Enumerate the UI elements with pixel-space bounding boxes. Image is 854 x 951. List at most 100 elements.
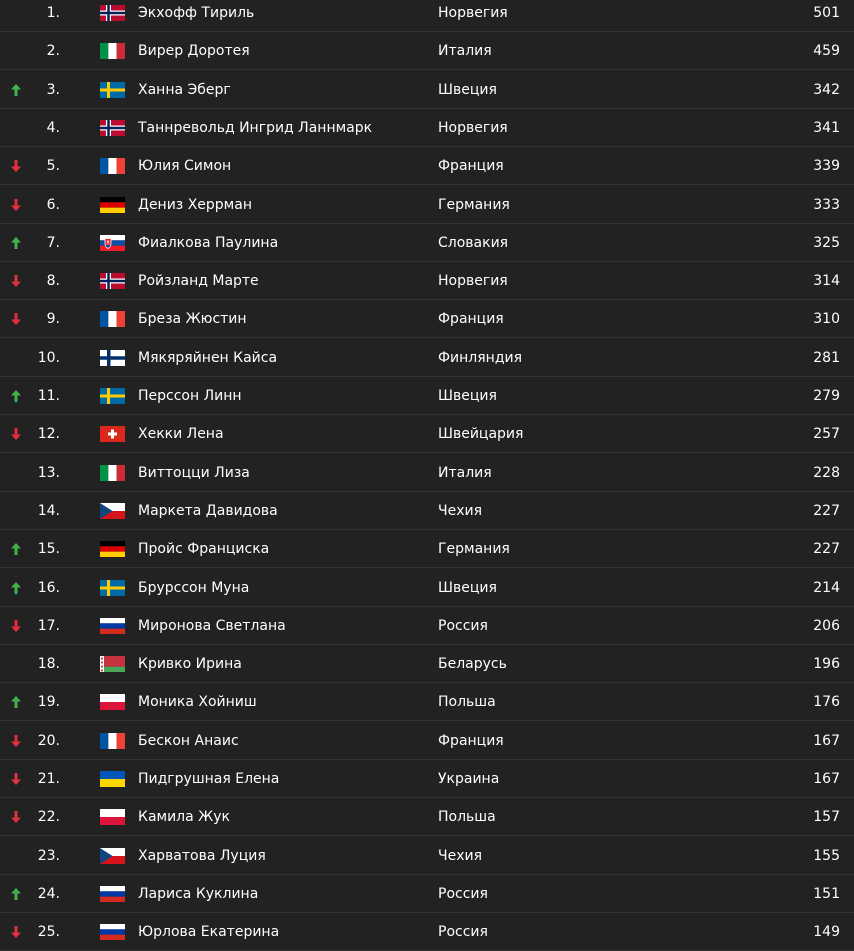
points: 151 bbox=[813, 885, 840, 902]
athlete-name[interactable]: Мякяряйнен Кайса bbox=[138, 339, 277, 377]
athlete-name[interactable]: Юрлова Екатерина bbox=[138, 913, 279, 951]
rank: 13. bbox=[37, 464, 60, 481]
table-row[interactable]: 4. Таннревольд Ингрид Ланнмарк Норвегия … bbox=[0, 109, 854, 147]
athlete-name[interactable]: Таннревольд Ингрид Ланнмарк bbox=[138, 109, 372, 147]
arrow-down-icon bbox=[8, 607, 24, 645]
athlete-name[interactable]: Бреза Жюстин bbox=[138, 300, 247, 338]
rank: 8. bbox=[46, 273, 60, 290]
country-name: Германия bbox=[438, 196, 510, 213]
country-name: Украина bbox=[438, 771, 500, 787]
italy-flag-icon bbox=[100, 43, 125, 60]
table-row[interactable]: 8. Ройзланд Марте Норвегия 314 bbox=[0, 262, 854, 301]
athlete-name[interactable]: Маркета Давидова bbox=[138, 492, 278, 530]
points: 281 bbox=[813, 349, 840, 366]
table-row[interactable]: 21. Пидгрушная Елена Украина 167 bbox=[0, 760, 854, 798]
athlete-name[interactable]: Перссон Линн bbox=[138, 377, 242, 415]
table-row[interactable]: 10. Мякяряйнен Кайса Финляндия 281 bbox=[0, 339, 854, 377]
russia-flag-icon bbox=[100, 924, 125, 941]
points: 341 bbox=[813, 119, 840, 136]
table-row[interactable]: 16. Брурссон Муна Швеция 214 bbox=[0, 569, 854, 607]
table-row[interactable]: 5. Юлия Симон Франция 339 bbox=[0, 147, 854, 186]
arrow-down-icon bbox=[8, 300, 24, 338]
points: 342 bbox=[813, 81, 840, 98]
table-row[interactable]: 25. Юрлова Екатерина Россия 149 bbox=[0, 913, 854, 951]
table-row[interactable]: 22. Камила Жук Польша 157 bbox=[0, 798, 854, 837]
athlete-name[interactable]: Пидгрушная Елена bbox=[138, 760, 279, 798]
athlete-name[interactable]: Экхофф Тириль bbox=[138, 0, 254, 32]
athlete-name[interactable]: Моника Хойниш bbox=[138, 683, 257, 721]
athlete-name[interactable]: Миронова Светлана bbox=[138, 607, 286, 645]
table-row[interactable]: 3. Ханна Эберг Швеция 342 bbox=[0, 71, 854, 109]
points: 214 bbox=[813, 579, 840, 596]
athlete-name[interactable]: Харватова Луция bbox=[138, 837, 266, 875]
table-row[interactable]: 18. Кривко Ирина Беларусь 196 bbox=[0, 645, 854, 684]
rank: 19. bbox=[37, 694, 60, 711]
rank: 9. bbox=[46, 311, 60, 328]
rank: 4. bbox=[46, 119, 60, 136]
rank: 20. bbox=[37, 732, 60, 749]
table-row[interactable]: 9. Бреза Жюстин Франция 310 bbox=[0, 300, 854, 339]
athlete-name[interactable]: Вирер Доротея bbox=[138, 32, 250, 70]
points: 149 bbox=[813, 924, 840, 941]
points: 333 bbox=[813, 196, 840, 213]
athlete-name[interactable]: Брурссон Муна bbox=[138, 569, 249, 607]
country-name: Германия bbox=[438, 541, 510, 558]
sweden-flag-icon bbox=[100, 388, 125, 404]
italy-flag-icon bbox=[100, 464, 125, 481]
points: 501 bbox=[813, 5, 840, 21]
athlete-name[interactable]: Юлия Симон bbox=[138, 147, 231, 185]
trend-placeholder bbox=[8, 32, 24, 70]
country-name: Словакия bbox=[438, 234, 509, 251]
france-flag-icon bbox=[100, 311, 125, 328]
table-row[interactable]: 14. Маркета Давидова Чехия 227 bbox=[0, 492, 854, 530]
athlete-name[interactable]: Дениз Херрман bbox=[138, 186, 252, 224]
table-row[interactable]: 24. Лариса Куклина Россия 151 bbox=[0, 875, 854, 913]
trend-placeholder bbox=[8, 454, 24, 492]
athlete-name[interactable]: Ройзланд Марте bbox=[138, 262, 259, 300]
table-row[interactable]: 23. Харватова Луция Чехия 155 bbox=[0, 837, 854, 875]
athlete-name[interactable]: Фиалкова Паулина bbox=[138, 224, 278, 262]
arrow-down-icon bbox=[8, 760, 24, 798]
rank: 15. bbox=[37, 541, 60, 558]
points: 227 bbox=[813, 541, 840, 558]
table-row[interactable]: 17. Миронова Светлана Россия 206 bbox=[0, 607, 854, 645]
table-row[interactable]: 6. Дениз Херрман Германия 333 bbox=[0, 186, 854, 224]
country-name: Россия bbox=[438, 617, 488, 634]
athlete-name[interactable]: Пройс Франциска bbox=[138, 530, 269, 568]
rank: 25. bbox=[37, 924, 60, 941]
points: 310 bbox=[813, 311, 840, 328]
table-row[interactable]: 12. Хекки Лена Швейцария 257 bbox=[0, 415, 854, 454]
table-row[interactable]: 20. Бескон Анаис Франция 167 bbox=[0, 722, 854, 760]
table-row[interactable]: 1. Экхофф Тириль Норвегия 501 bbox=[0, 0, 854, 32]
rank: 2. bbox=[46, 43, 60, 60]
table-row[interactable]: 2. Вирер Доротея Италия 459 bbox=[0, 32, 854, 71]
athlete-name[interactable]: Камила Жук bbox=[138, 798, 230, 836]
ukraine-flag-icon bbox=[100, 771, 125, 787]
country-name: Италия bbox=[438, 464, 492, 481]
arrow-up-icon bbox=[8, 224, 24, 262]
athlete-name[interactable]: Лариса Куклина bbox=[138, 875, 258, 913]
arrow-up-icon bbox=[8, 569, 24, 607]
table-row[interactable]: 19. Моника Хойниш Польша 176 bbox=[0, 683, 854, 722]
country-name: Финляндия bbox=[438, 349, 523, 366]
arrow-down-icon bbox=[8, 722, 24, 760]
germany-flag-icon bbox=[100, 196, 125, 213]
table-row[interactable]: 11. Перссон Линн Швеция 279 bbox=[0, 377, 854, 415]
athlete-name[interactable]: Бескон Анаис bbox=[138, 722, 239, 760]
athlete-name[interactable]: Виттоцци Лиза bbox=[138, 454, 250, 492]
table-row[interactable]: 7. Фиалкова Паулина Словакия 325 bbox=[0, 224, 854, 262]
arrow-down-icon bbox=[8, 798, 24, 836]
athlete-name[interactable]: Кривко Ирина bbox=[138, 645, 242, 683]
poland-flag-icon bbox=[100, 694, 125, 711]
rank: 6. bbox=[46, 196, 60, 213]
table-row[interactable]: 13. Виттоцци Лиза Италия 228 bbox=[0, 454, 854, 492]
athlete-name[interactable]: Хекки Лена bbox=[138, 415, 224, 453]
country-name: Чехия bbox=[438, 847, 483, 864]
arrow-up-icon bbox=[8, 683, 24, 721]
germany-flag-icon bbox=[100, 541, 125, 558]
table-row[interactable]: 15. Пройс Франциска Германия 227 bbox=[0, 530, 854, 569]
trend-placeholder bbox=[8, 339, 24, 377]
points: 257 bbox=[813, 426, 840, 443]
trend-placeholder bbox=[8, 0, 24, 32]
athlete-name[interactable]: Ханна Эберг bbox=[138, 71, 231, 109]
